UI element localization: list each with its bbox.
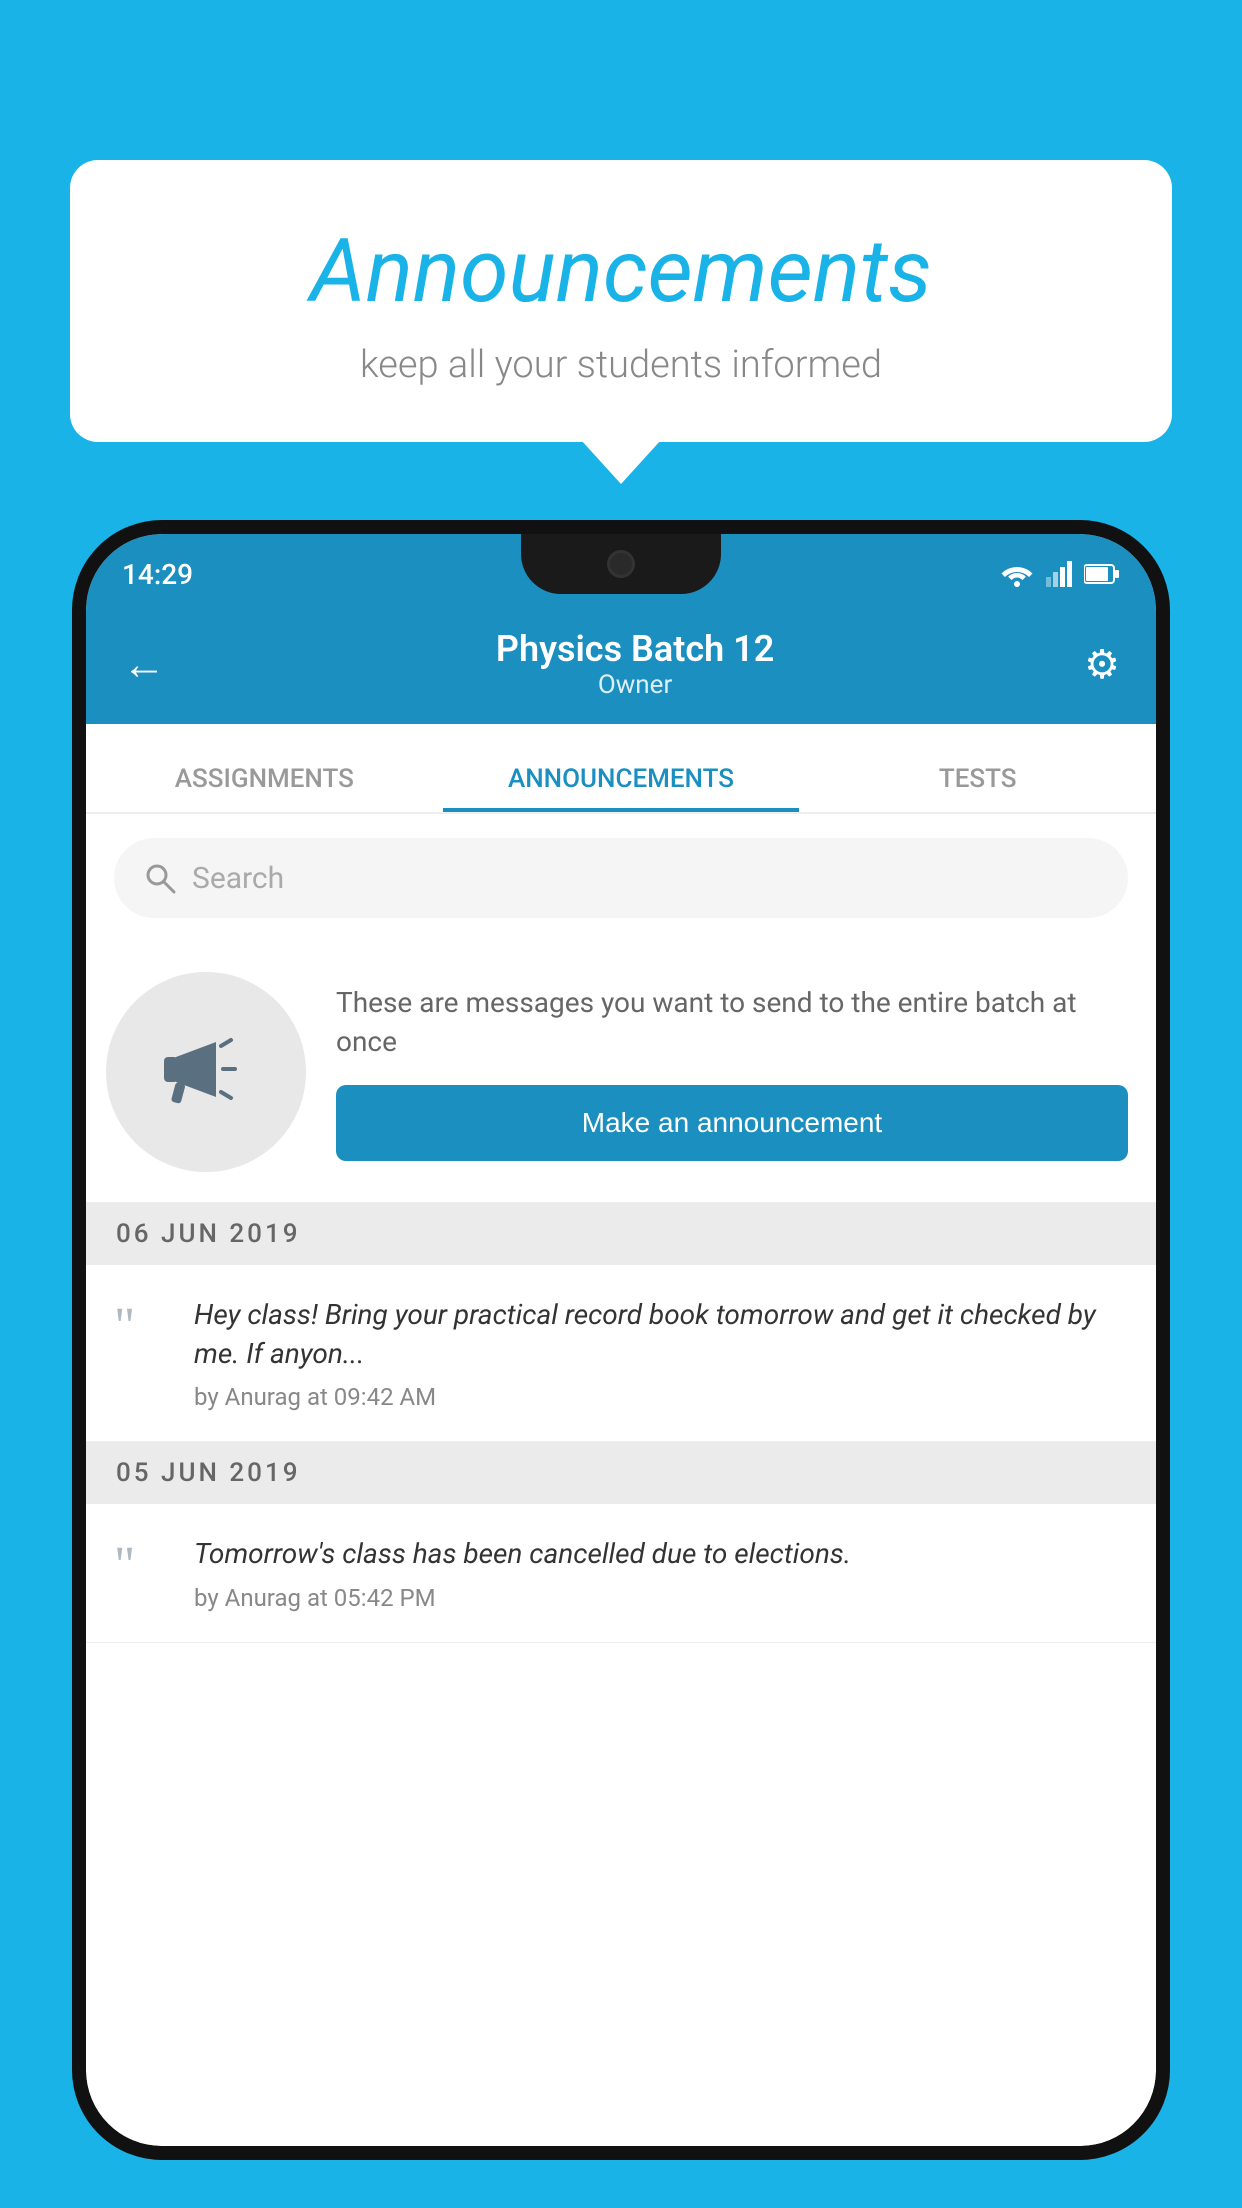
app-bar-title-section: Physics Batch 12 Owner <box>186 628 1084 700</box>
announcement-item-1[interactable]: " Hey class! Bring your practical record… <box>86 1265 1156 1442</box>
search-icon <box>144 862 176 894</box>
promo-description: These are messages you want to send to t… <box>336 983 1128 1061</box>
date-separator-2: 05 JUN 2019 <box>86 1442 1156 1504</box>
phone-mockup: 14:29 <box>72 520 1170 2208</box>
announcement-text-1: Hey class! Bring your practical record b… <box>194 1295 1128 1373</box>
announcement-content-2: Tomorrow's class has been cancelled due … <box>194 1534 1128 1611</box>
side-button-left <box>72 834 84 914</box>
quote-icon-1: " <box>114 1301 174 1353</box>
promo-icon-circle <box>106 972 306 1172</box>
tab-assignments[interactable]: ASSIGNMENTS <box>86 724 443 812</box>
announcements-title: Announcements <box>130 220 1112 323</box>
phone-notch <box>521 534 721 594</box>
back-button[interactable]: ← <box>122 638 166 690</box>
settings-button[interactable]: ⚙ <box>1084 641 1120 688</box>
app-bar: ← Physics Batch 12 Owner ⚙ <box>86 604 1156 724</box>
camera <box>607 550 635 578</box>
phone-body: 14:29 <box>72 520 1170 2160</box>
announcement-meta-2: by Anurag at 05:42 PM <box>194 1584 1128 1612</box>
side-button-right <box>1158 884 1170 1024</box>
announcement-item-2[interactable]: " Tomorrow's class has been cancelled du… <box>86 1504 1156 1642</box>
megaphone-icon <box>156 1022 256 1122</box>
phone-screen: 14:29 <box>86 534 1156 2146</box>
content-area: Search <box>86 814 1156 2146</box>
signal-icon <box>1046 561 1072 587</box>
tab-announcements[interactable]: ANNOUNCEMENTS <box>443 724 800 812</box>
quote-icon-2: " <box>114 1540 174 1592</box>
announcement-meta-1: by Anurag at 09:42 AM <box>194 1383 1128 1411</box>
search-placeholder: Search <box>192 861 284 896</box>
status-icons <box>1000 561 1120 587</box>
promo-right: These are messages you want to send to t… <box>336 983 1128 1161</box>
tab-bar: ASSIGNMENTS ANNOUNCEMENTS TESTS <box>86 724 1156 814</box>
battery-icon <box>1084 563 1120 585</box>
announcements-subtitle: keep all your students informed <box>130 343 1112 387</box>
announcement-content-1: Hey class! Bring your practical record b… <box>194 1295 1128 1411</box>
tab-tests[interactable]: TESTS <box>799 724 1156 812</box>
wifi-icon <box>1000 561 1034 587</box>
batch-title: Physics Batch 12 <box>186 628 1084 670</box>
speech-bubble-section: Announcements keep all your students inf… <box>70 160 1172 442</box>
batch-subtitle: Owner <box>186 670 1084 700</box>
announcement-text-2: Tomorrow's class has been cancelled due … <box>194 1534 1128 1573</box>
speech-bubble-card: Announcements keep all your students inf… <box>70 160 1172 442</box>
status-time: 14:29 <box>122 558 193 591</box>
date-separator-1: 06 JUN 2019 <box>86 1203 1156 1265</box>
search-bar[interactable]: Search <box>114 838 1128 918</box>
make-announcement-button[interactable]: Make an announcement <box>336 1085 1128 1161</box>
announcement-promo: These are messages you want to send to t… <box>86 942 1156 1203</box>
